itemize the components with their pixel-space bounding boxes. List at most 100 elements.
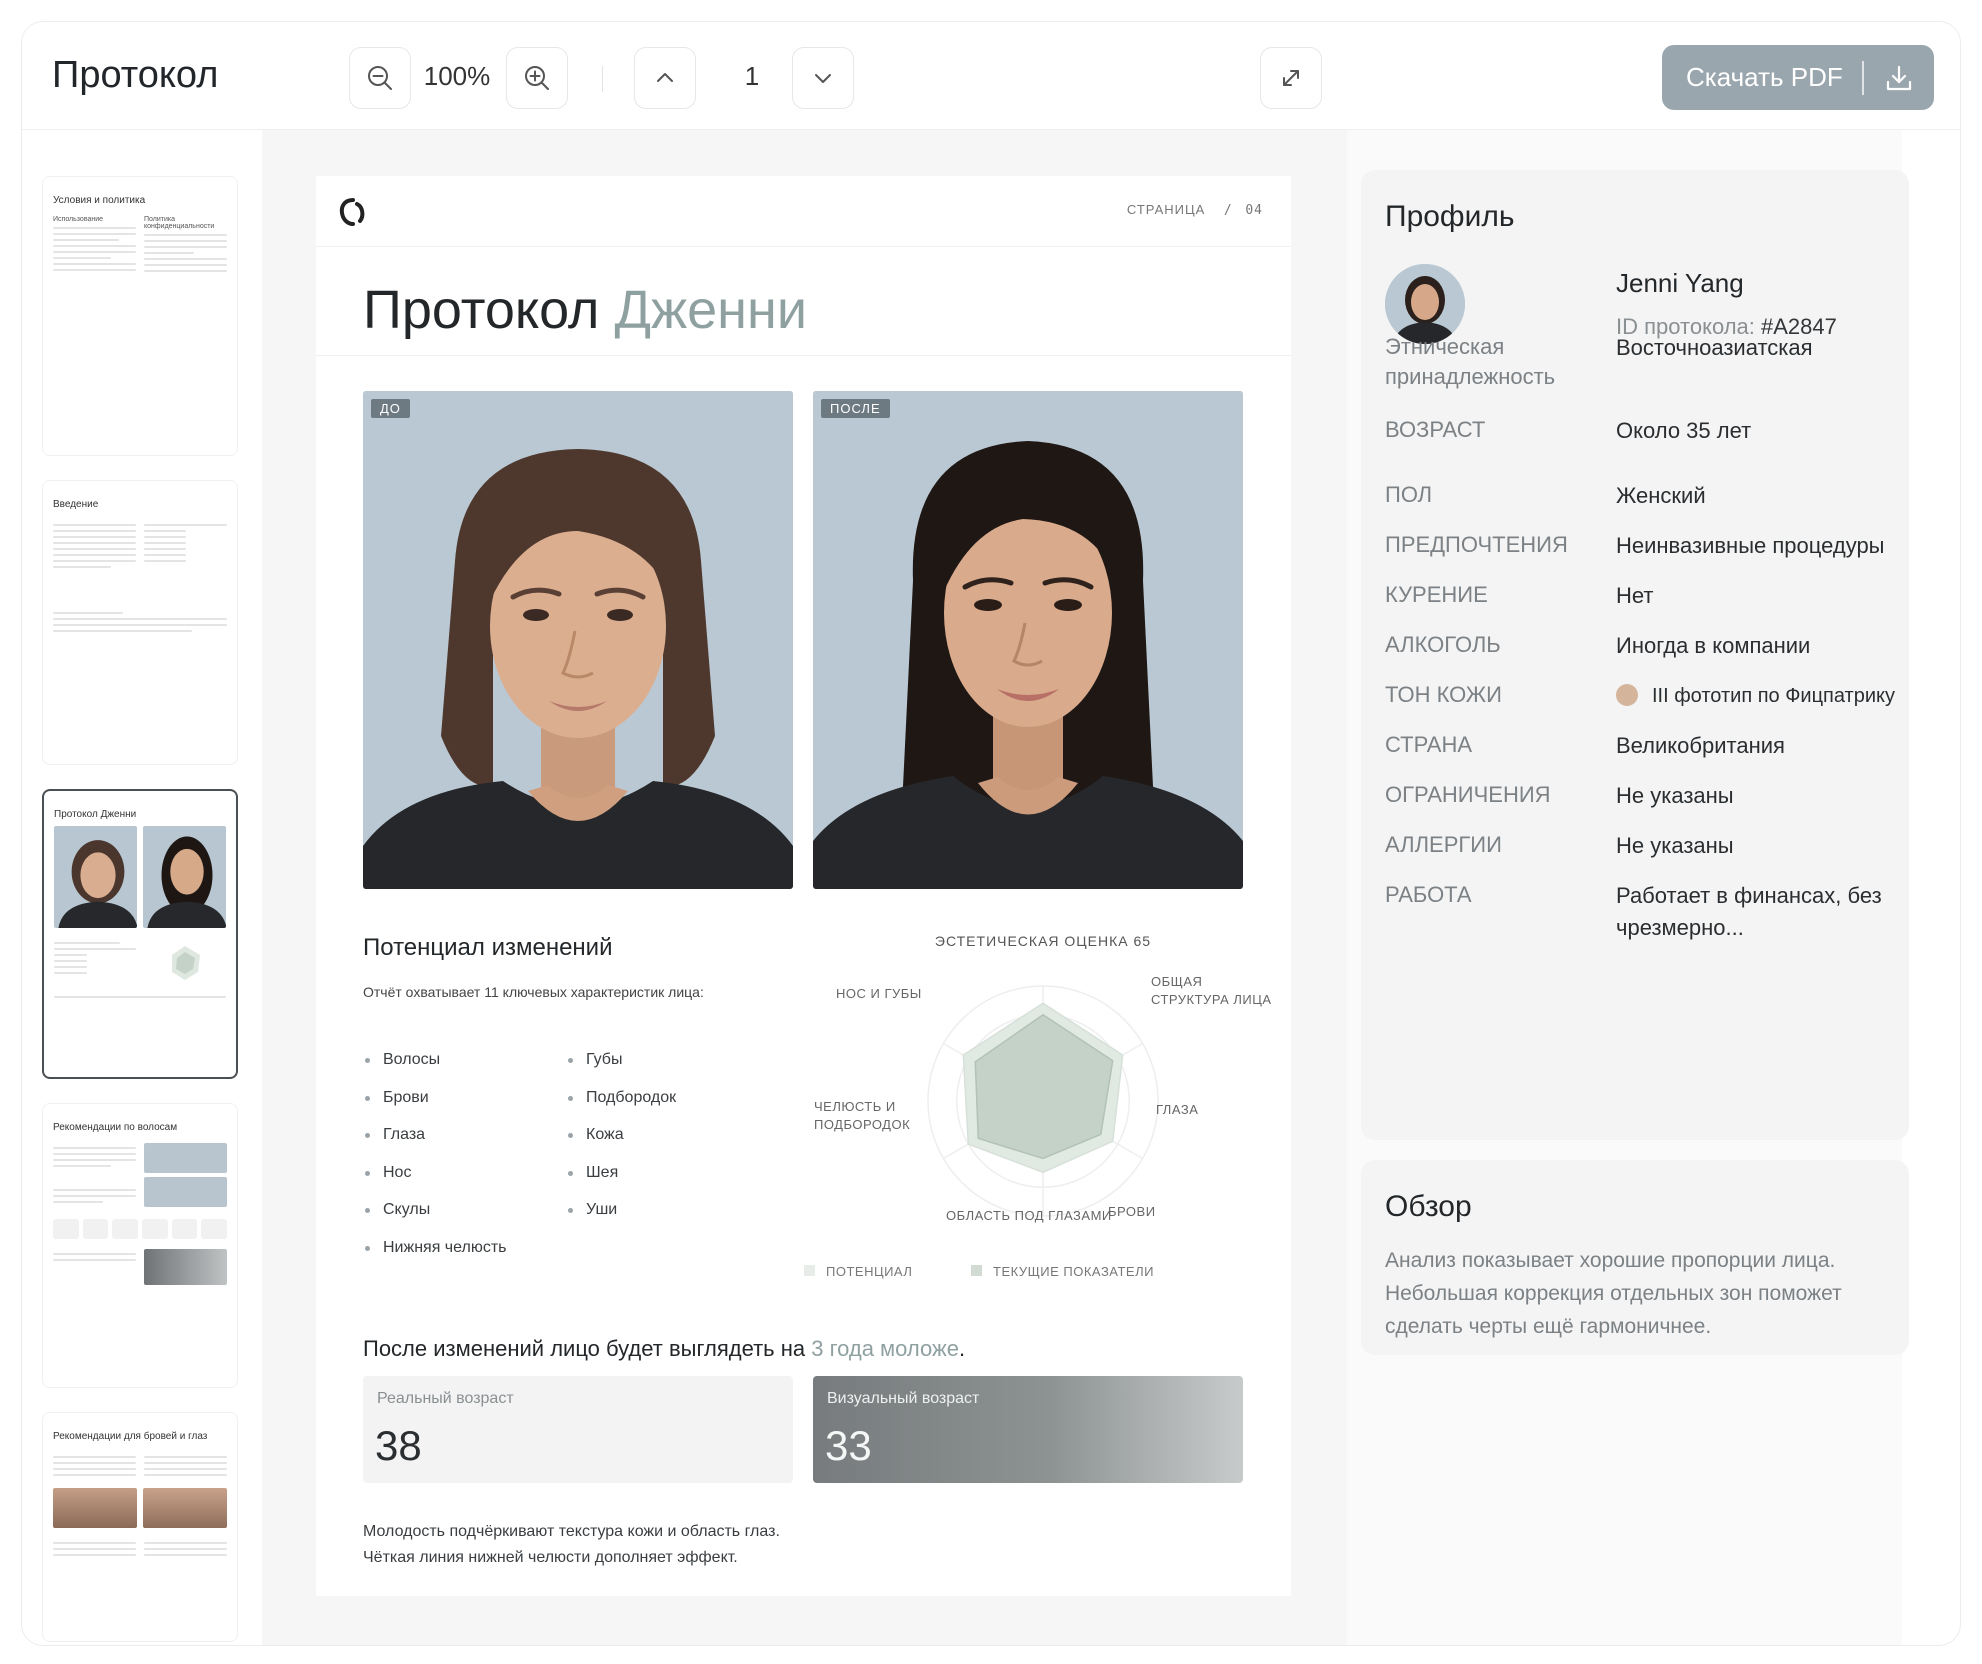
page-thumbnails: Условия и политика Использование Политик… xyxy=(22,130,262,1645)
profile-row-value: Работает в финансах, без чрезмерно... xyxy=(1616,883,1882,940)
thumbnail-title: Рекомендации для бровей и глаз xyxy=(53,1431,208,1442)
download-pdf-button[interactable]: Скачать PDF xyxy=(1662,45,1934,110)
toolbar: Протокол 100% 1 Скачать PDF xyxy=(22,22,1960,130)
thumbnail-title: Условия и политика xyxy=(53,195,146,206)
potential-description: Отчёт охватывает 11 ключевых характерист… xyxy=(363,984,704,1000)
profile-row-key: АЛКОГОЛЬ xyxy=(1385,632,1501,657)
feature-item: Подбородок xyxy=(566,1089,676,1127)
profile-row-key: ВОЗРАСТ xyxy=(1385,417,1486,442)
zoom-in-icon xyxy=(525,66,549,90)
feature-item: Глаза xyxy=(363,1126,507,1164)
profile-title: Профиль xyxy=(1385,200,1515,233)
thumbnail-page-3[interactable]: Протокол Дженни xyxy=(42,789,238,1079)
heading-accent: Дженни xyxy=(614,280,807,340)
younger-suffix: . xyxy=(958,1336,966,1361)
profile-row-key: ПОЛ xyxy=(1385,482,1433,507)
aesthetic-radar-chart: ЭСТЕТИЧЕСКАЯ ОЦЕНКА 65 ОБЩАЯ СТРУКТУРА ЛИЦ… xyxy=(804,933,1272,1279)
profile-row-value: Восточноазиатская xyxy=(1616,335,1813,360)
feature-item: Брови xyxy=(363,1089,507,1127)
thumbnail-page-4[interactable]: Рекомендации по волосам xyxy=(42,1103,238,1388)
before-photo: ДО xyxy=(363,391,793,889)
profile-row-key: Этническая принадлежность xyxy=(1385,334,1556,389)
radar-axis-label: ОБЩАЯ СТРУКТУРА ЛИЦА xyxy=(1151,974,1272,1007)
younger-prefix: После изменений лицо будет выглядеть на xyxy=(363,1336,806,1361)
profile-row-value: Около 35 лет xyxy=(1616,418,1752,443)
thumbnail-photo xyxy=(143,826,226,928)
skin-tone-swatch xyxy=(1616,684,1638,706)
thumbnail-subtitle: Политика конфиденциальности xyxy=(144,216,215,230)
after-photo: ПОСЛЕ xyxy=(813,391,1243,889)
profile-row-value: Женский xyxy=(1616,483,1706,508)
younger-note-line: Молодость подчёркивают текстура кожи и о… xyxy=(363,1523,780,1540)
legend-label: ПОТЕНЦИАЛ xyxy=(826,1264,912,1279)
zoom-in-button[interactable] xyxy=(506,47,568,109)
legend-label: ТЕКУЩИЕ ПОКАЗАТЕЛИ xyxy=(993,1264,1154,1279)
features-list-right: Губы Подбородок Кожа Шея Уши xyxy=(566,1051,676,1239)
heading-section: Протокол Дженни xyxy=(316,246,1291,356)
chevron-up-icon xyxy=(657,73,673,82)
profile-row-value: Не указаны xyxy=(1616,833,1734,858)
younger-summary: После изменений лицо будет выглядеть на … xyxy=(363,1336,965,1362)
before-tag: ДО xyxy=(371,399,410,418)
visual-age-label: Визуальный возраст xyxy=(827,1390,980,1407)
page-indicator-separator: / xyxy=(1223,203,1233,218)
current-page-number[interactable]: 1 xyxy=(722,61,782,92)
chevron-down-icon xyxy=(815,74,831,83)
profile-row-value: Неинвазивные процедуры xyxy=(1616,533,1885,558)
profile-row-key: КУРЕНИЕ xyxy=(1385,582,1488,607)
thumbnail-title: Протокол Дженни xyxy=(54,809,137,820)
radar-axis-label: БРОВИ xyxy=(1108,1204,1156,1219)
legend-swatch xyxy=(804,1265,815,1276)
legend-swatch xyxy=(971,1265,982,1276)
profile-row-value: Не указаны xyxy=(1616,783,1734,808)
profile-row-value: Нет xyxy=(1616,583,1654,608)
page-indicator-number: 04 xyxy=(1245,203,1263,218)
radar-title: ЭСТЕТИЧЕСКАЯ ОЦЕНКА 65 xyxy=(935,933,1151,949)
next-page-button[interactable] xyxy=(792,47,854,109)
page-indicator: СТРАНИЦА / 04 xyxy=(1127,202,1263,218)
feature-item: Скулы xyxy=(363,1201,507,1239)
younger-note: Молодость подчёркивают текстура кожи и о… xyxy=(363,1519,780,1571)
document-viewer[interactable]: СТРАНИЦА / 04 Протокол Дженни ДО ПОСЛЕ П… xyxy=(262,130,1347,1645)
thumbnail-page-2[interactable]: Введение xyxy=(42,480,238,765)
visual-age-value: 33 xyxy=(825,1422,872,1469)
profile-row-key: ПРЕДПОЧТЕНИЯ xyxy=(1385,532,1568,557)
profile-row-value: Иногда в компании xyxy=(1616,633,1811,658)
overview-title: Обзор xyxy=(1385,1190,1472,1223)
download-icon xyxy=(1864,63,1934,93)
thumbnail-page-1[interactable]: Условия и политика Использование Политик… xyxy=(42,176,238,456)
document-title: Протокол xyxy=(52,54,219,96)
profile-row-key: СТРАНА xyxy=(1385,732,1473,757)
brand-logo-icon xyxy=(339,198,365,226)
thumbnail-page-5[interactable]: Рекомендации для бровей и глаз xyxy=(42,1412,238,1642)
overview-card: Обзор Анализ показывает хорошие пропорци… xyxy=(1361,1160,1909,1355)
fullscreen-button[interactable] xyxy=(1260,47,1322,109)
profile-row-key: ТОН КОЖИ xyxy=(1385,682,1502,707)
younger-note-line: Чёткая линия нижней челюсти дополняет эф… xyxy=(363,1549,738,1566)
profile-row-value: Великобритания xyxy=(1616,733,1785,758)
profile-card: Профиль Jenni Yang ID протокола: #A2847 … xyxy=(1361,170,1909,1140)
feature-item: Губы xyxy=(566,1051,676,1089)
zoom-out-icon xyxy=(368,66,392,90)
zoom-out-button[interactable] xyxy=(349,47,411,109)
feature-item: Кожа xyxy=(566,1126,676,1164)
profile-row-key: РАБОТА xyxy=(1385,882,1472,907)
skin-tone-value: III фототип по Фицпатрику xyxy=(1652,685,1895,707)
radar-axis-label: НОС И ГУБЫ xyxy=(836,986,922,1001)
page-heading: Протокол Дженни xyxy=(363,279,807,341)
feature-item: Нижняя челюсть xyxy=(363,1239,507,1277)
real-age-card: Реальный возраст 38 xyxy=(363,1376,793,1483)
previous-page-button[interactable] xyxy=(634,47,696,109)
profile-row-value: III фототип по Фицпатрику xyxy=(1616,680,1901,712)
real-age-value: 38 xyxy=(375,1422,422,1469)
toolbar-divider xyxy=(602,66,603,92)
feature-item: Волосы xyxy=(363,1051,507,1089)
heading-main: Протокол xyxy=(363,280,600,340)
profile-panel: Профиль Jenni Yang ID протокола: #A2847 … xyxy=(1347,130,1909,1645)
download-pdf-label: Скачать PDF xyxy=(1686,62,1843,92)
potential-title: Потенциал изменений xyxy=(363,934,613,961)
profile-row-key: АЛЛЕРГИИ xyxy=(1385,832,1502,857)
feature-item: Шея xyxy=(566,1164,676,1202)
features-list-left: Волосы Брови Глаза Нос Скулы Нижняя челюсть xyxy=(363,1051,507,1276)
profile-row-key: ОГРАНИЧЕНИЯ xyxy=(1385,782,1551,807)
